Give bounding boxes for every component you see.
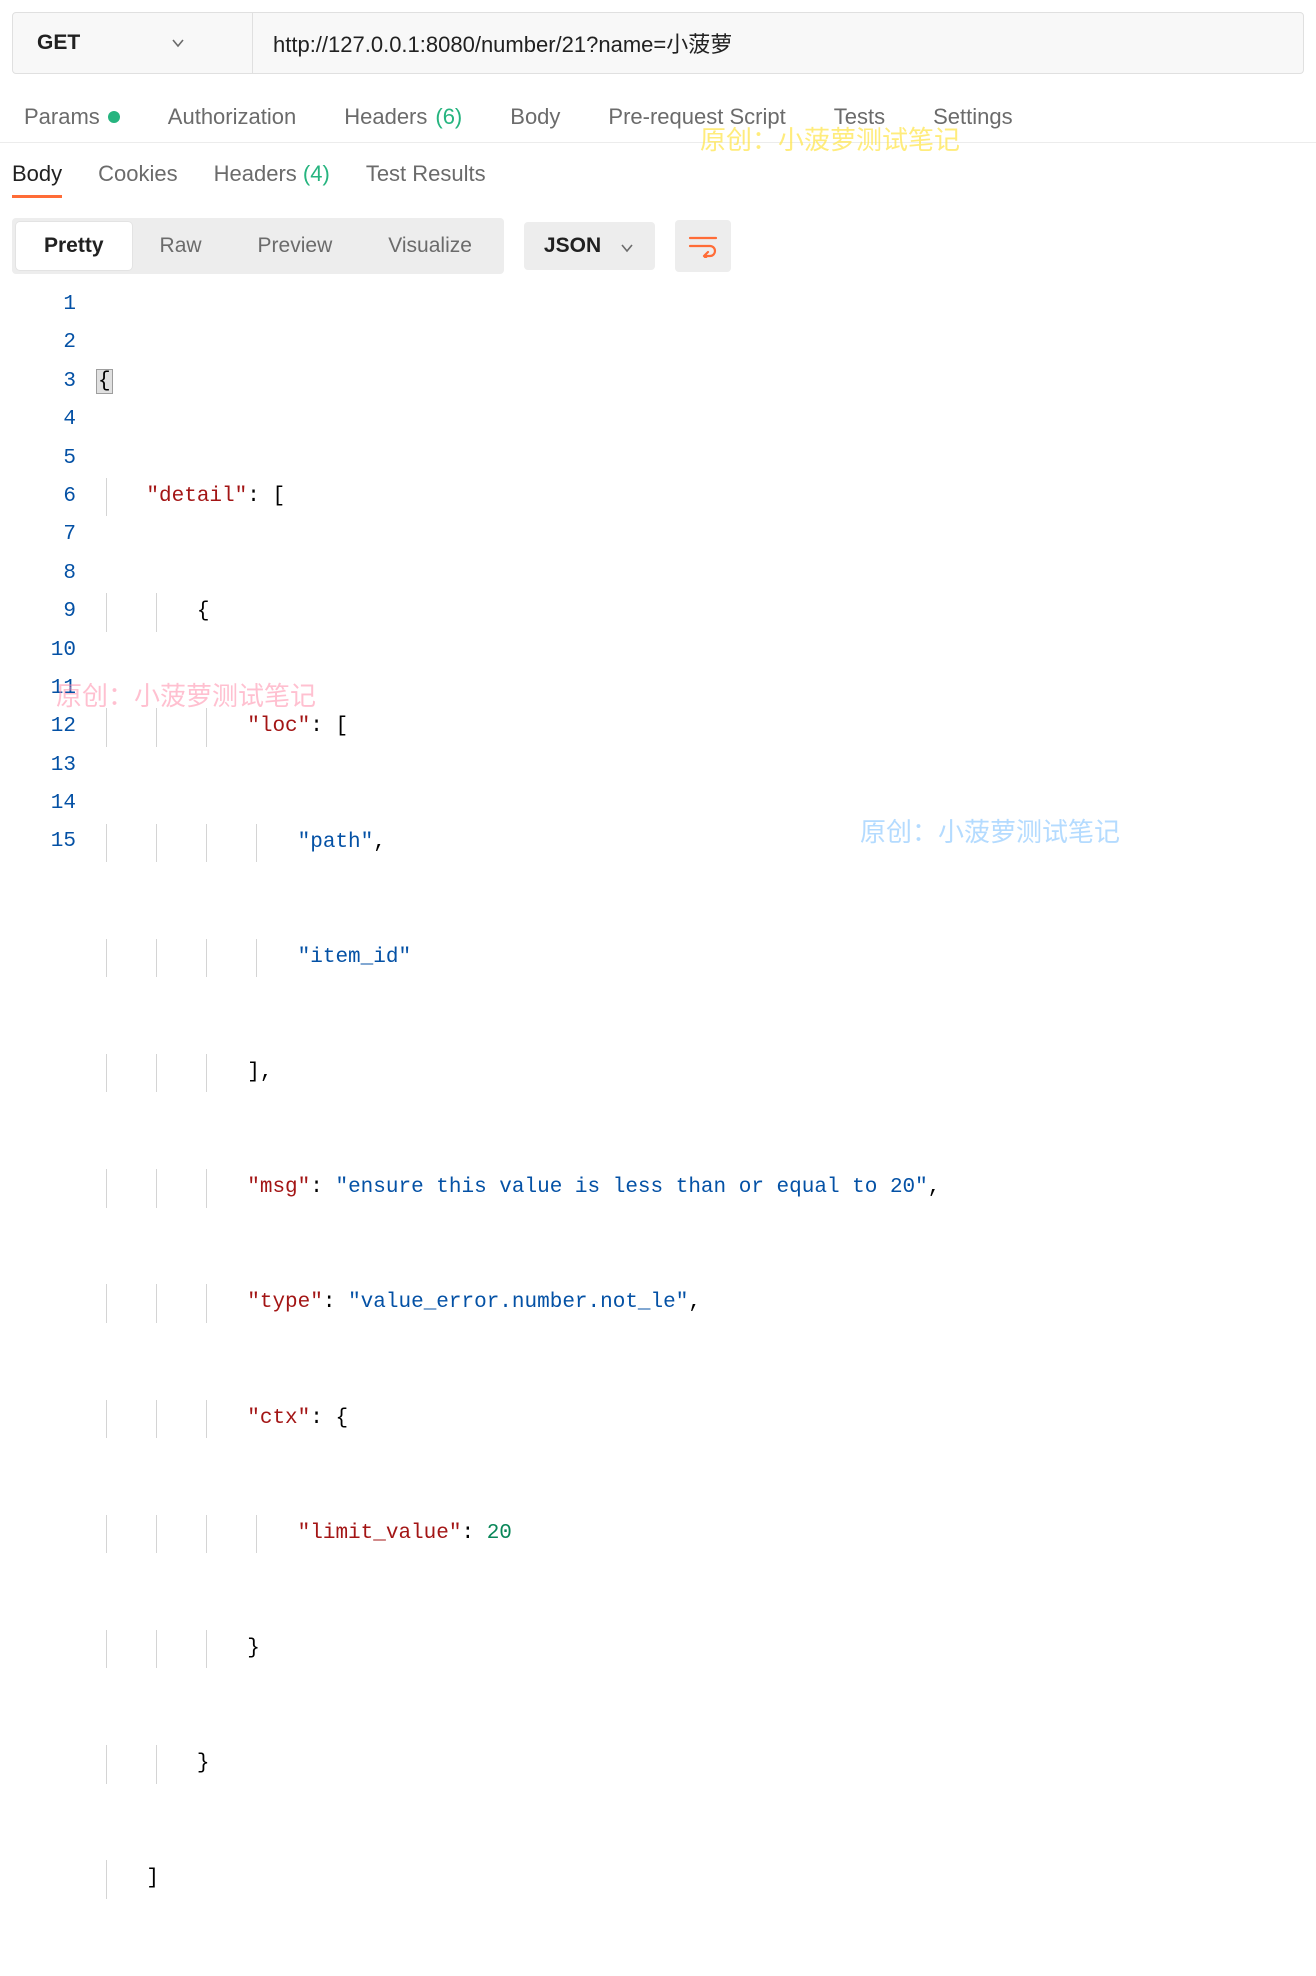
json-punc: , <box>688 1291 701 1314</box>
tab-params-label: Params <box>24 104 100 130</box>
chevron-down-icon <box>619 238 635 254</box>
view-visualize[interactable]: Visualize <box>360 222 500 270</box>
view-pretty[interactable]: Pretty <box>16 222 132 270</box>
tab-authorization[interactable]: Authorization <box>168 104 296 130</box>
json-string: "item_id" <box>298 946 411 969</box>
line-number: 4 <box>0 401 76 439</box>
code-content: { "detail": [ { "loc": [ "path", "item_i… <box>96 286 940 1976</box>
json-key: "loc" <box>247 715 310 738</box>
tab-body[interactable]: Body <box>510 104 560 130</box>
line-number: 9 <box>0 593 76 631</box>
resp-tab-body[interactable]: Body <box>12 161 62 198</box>
json-punc: ] <box>146 1867 159 1890</box>
line-number: 6 <box>0 478 76 516</box>
json-punc: : [ <box>247 485 285 508</box>
headers-count: (6) <box>435 104 462 130</box>
line-number-gutter: 1 2 3 4 5 6 7 8 9 10 11 12 13 14 15 <box>0 286 96 1976</box>
tab-prerequest[interactable]: Pre-request Script <box>608 104 785 130</box>
json-key: "type" <box>247 1291 323 1314</box>
json-brace: { <box>197 600 210 623</box>
json-punc: ], <box>247 1061 272 1084</box>
tab-params[interactable]: Params <box>24 104 120 130</box>
json-brace: { <box>96 369 113 394</box>
line-number: 8 <box>0 555 76 593</box>
tab-tests[interactable]: Tests <box>834 104 885 130</box>
resp-headers-count: (4) <box>303 161 330 186</box>
json-punc: , <box>928 1176 941 1199</box>
view-preview[interactable]: Preview <box>230 222 361 270</box>
json-punc: : { <box>310 1407 348 1430</box>
line-number: 11 <box>0 670 76 708</box>
json-punc: : <box>323 1291 348 1314</box>
json-punc: , <box>373 831 386 854</box>
language-select[interactable]: JSON <box>524 222 655 270</box>
chevron-down-icon <box>170 35 186 51</box>
json-string: "value_error.number.not_le" <box>348 1291 688 1314</box>
response-body-editor[interactable]: 1 2 3 4 5 6 7 8 9 10 11 12 13 14 15 { "d… <box>0 274 1316 1976</box>
json-key: "detail" <box>146 485 247 508</box>
line-number: 2 <box>0 324 76 362</box>
line-number: 14 <box>0 785 76 823</box>
json-brace: } <box>247 1637 260 1660</box>
line-number: 13 <box>0 747 76 785</box>
json-brace: } <box>197 1752 210 1775</box>
line-number: 12 <box>0 708 76 746</box>
line-number: 7 <box>0 516 76 554</box>
json-key: "msg" <box>247 1176 310 1199</box>
url-input[interactable] <box>253 13 1303 73</box>
http-method-label: GET <box>37 31 80 55</box>
resp-tab-headers-label: Headers <box>214 161 297 186</box>
line-number: 15 <box>0 823 76 861</box>
resp-tab-headers[interactable]: Headers (4) <box>214 161 330 198</box>
http-method-select[interactable]: GET <box>13 13 253 73</box>
view-raw[interactable]: Raw <box>132 222 230 270</box>
wrap-lines-button[interactable] <box>675 220 731 272</box>
response-view-controls: Pretty Raw Preview Visualize JSON <box>0 208 1316 274</box>
language-label: JSON <box>544 234 601 258</box>
json-key: "ctx" <box>247 1407 310 1430</box>
json-punc: : <box>310 1176 335 1199</box>
json-number: 20 <box>487 1522 512 1545</box>
view-mode-group: Pretty Raw Preview Visualize <box>12 218 504 274</box>
json-key: "limit_value" <box>298 1522 462 1545</box>
json-string: "ensure this value is less than or equal… <box>335 1176 927 1199</box>
line-number: 3 <box>0 363 76 401</box>
json-punc: : <box>461 1522 486 1545</box>
resp-tab-test-results[interactable]: Test Results <box>366 161 486 198</box>
tab-headers-label: Headers <box>344 104 427 130</box>
line-number: 5 <box>0 440 76 478</box>
json-punc: : [ <box>310 715 348 738</box>
line-number: 1 <box>0 286 76 324</box>
request-url-bar: GET <box>12 12 1304 74</box>
tab-settings[interactable]: Settings <box>933 104 1013 130</box>
line-number: 10 <box>0 632 76 670</box>
wrap-icon <box>688 234 718 258</box>
params-active-dot-icon <box>108 111 120 123</box>
resp-tab-cookies[interactable]: Cookies <box>98 161 177 198</box>
tab-headers[interactable]: Headers (6) <box>344 104 462 130</box>
response-tabs: Body Cookies Headers (4) Test Results <box>0 143 1316 208</box>
json-string: "path" <box>298 831 374 854</box>
request-tabs: Params Authorization Headers (6) Body Pr… <box>0 74 1316 143</box>
